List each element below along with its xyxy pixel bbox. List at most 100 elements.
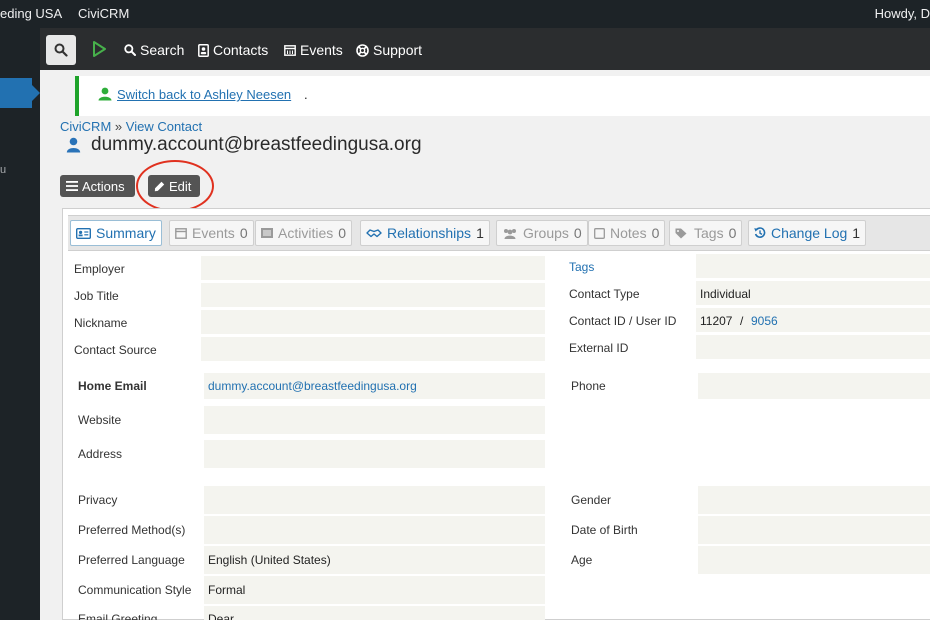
tags-icon [675, 228, 687, 238]
tab-events[interactable]: Events 0 [169, 220, 254, 246]
value-job-title[interactable] [201, 283, 545, 307]
value-contact-id: 11207 [700, 314, 733, 328]
label-address: Address [78, 447, 123, 461]
contact-display-name: dummy.account@breastfeedingusa.org [91, 134, 422, 155]
value-employer[interactable] [201, 256, 545, 280]
tab-groups-label: Groups [523, 225, 569, 241]
value-gender[interactable] [698, 486, 930, 514]
switch-back-link-text: Switch back to Ashley Neesen [117, 87, 292, 102]
field-communication-style [204, 576, 545, 604]
value-contact-source[interactable] [201, 337, 545, 361]
civicrm-logo-icon[interactable] [92, 41, 106, 57]
tab-tags[interactable]: Tags 0 [669, 220, 743, 246]
tab-groups[interactable]: Groups 0 [496, 220, 588, 246]
contact-tabs: Summary Events 0 Activities 0 Relationsh… [68, 215, 930, 251]
label-contact-id: Contact ID / User ID [569, 314, 677, 328]
tab-events-label: Events [192, 225, 235, 241]
tab-activities[interactable]: Activities 0 [255, 220, 353, 246]
value-communication-style: Formal [208, 583, 246, 597]
search-icon [124, 44, 136, 56]
menu-search[interactable]: Search [124, 42, 184, 58]
tab-relationships[interactable]: Relationships 1 [360, 220, 490, 246]
edit-highlight-annotation [136, 160, 214, 212]
menu-events[interactable]: Events [284, 42, 343, 58]
label-tags-link[interactable]: Tags [569, 260, 594, 274]
value-privacy[interactable] [204, 486, 545, 514]
value-website[interactable] [204, 406, 545, 434]
history-icon [754, 227, 766, 238]
howdy-user-menu[interactable]: Howdy, D [875, 6, 930, 21]
label-privacy: Privacy [78, 493, 118, 507]
calendar-icon [175, 228, 187, 239]
civicrm-menubar: Search Contacts Events Support [40, 28, 930, 70]
tab-tags-count: 0 [728, 225, 737, 241]
tab-notes[interactable]: Notes 0 [588, 220, 666, 246]
bars-icon [66, 181, 78, 191]
label-preferred-method: Preferred Method(s) [78, 523, 186, 537]
value-email-greeting: Dear [208, 612, 235, 620]
sidebar-item-label-clipped[interactable]: u [0, 164, 6, 176]
label-gender: Gender [571, 493, 612, 507]
menu-search-label: Search [140, 42, 185, 58]
tab-change-log-label: Change Log [771, 225, 848, 241]
menu-contacts[interactable]: Contacts [198, 42, 268, 58]
tab-change-log[interactable]: Change Log 1 [748, 220, 867, 246]
civicrm-admin-link[interactable]: CiviCRM [78, 6, 129, 21]
note-icon [594, 227, 605, 239]
label-email-greeting: Email Greeting [78, 612, 158, 620]
value-date-of-birth[interactable] [698, 516, 930, 544]
breadcrumb-civicrm[interactable]: CiviCRM [60, 119, 111, 134]
value-age[interactable] [698, 546, 930, 574]
value-external-id[interactable] [696, 335, 930, 359]
calendar-icon [284, 45, 296, 56]
value-phone[interactable] [698, 373, 930, 399]
actions-button[interactable]: Actions [60, 175, 135, 197]
breadcrumb: CiviCRM » View Contact [60, 119, 202, 134]
switch-back-link[interactable]: Switch back to Ashley Neesen [117, 87, 291, 102]
tab-change-log-count: 1 [852, 225, 861, 241]
home-email-link[interactable]: dummy.account@breastfeedingusa.org [208, 379, 417, 393]
user-id-link[interactable]: 9056 [751, 314, 778, 328]
label-preferred-language: Preferred Language [78, 553, 185, 567]
notice-period: . [304, 87, 308, 102]
label-phone: Phone [571, 379, 606, 393]
quicksearch-button[interactable] [46, 35, 76, 65]
life-ring-icon [356, 43, 369, 57]
user-icon [98, 87, 112, 101]
value-preferred-method[interactable] [204, 516, 545, 544]
value-tags[interactable] [696, 254, 930, 278]
value-contact-type: Individual [700, 287, 751, 301]
field-email-greeting [204, 606, 545, 620]
menu-events-label: Events [300, 42, 343, 58]
label-job-title: Job Title [74, 289, 119, 303]
page-title: dummy.account@breastfeedingusa.org [66, 134, 422, 156]
id-separator: / [740, 314, 744, 328]
sidebar-item-civicrm-active[interactable] [0, 78, 32, 108]
tab-activities-count: 0 [338, 225, 347, 241]
tab-notes-label: Notes [610, 225, 647, 241]
site-name-link[interactable]: eding USA [0, 6, 62, 21]
breadcrumb-separator: » [114, 119, 123, 134]
main-content: Switch back to Ashley Neesen . CiviCRM »… [40, 70, 930, 620]
breadcrumb-view-contact[interactable]: View Contact [126, 119, 202, 134]
value-address[interactable] [204, 440, 545, 468]
label-date-of-birth: Date of Birth [571, 523, 638, 537]
label-employer: Employer [74, 262, 125, 276]
label-home-email: Home Email [78, 379, 147, 393]
menu-support[interactable]: Support [356, 42, 422, 58]
label-communication-style: Communication Style [78, 583, 192, 597]
value-nickname[interactable] [201, 310, 545, 334]
menu-contacts-label: Contacts [213, 42, 269, 58]
tab-relationships-count: 1 [476, 225, 484, 241]
label-external-id: External ID [569, 341, 629, 355]
tab-summary-label: Summary [96, 225, 156, 241]
tab-notes-count: 0 [651, 225, 660, 241]
switch-user-notice: Switch back to Ashley Neesen . [75, 76, 930, 116]
menu-support-label: Support [373, 42, 423, 58]
tab-events-count: 0 [239, 225, 248, 241]
tab-summary[interactable]: Summary [70, 220, 162, 246]
id-card-icon [76, 227, 91, 239]
label-age: Age [571, 553, 593, 567]
label-nickname: Nickname [74, 316, 128, 330]
label-website: Website [78, 413, 122, 427]
